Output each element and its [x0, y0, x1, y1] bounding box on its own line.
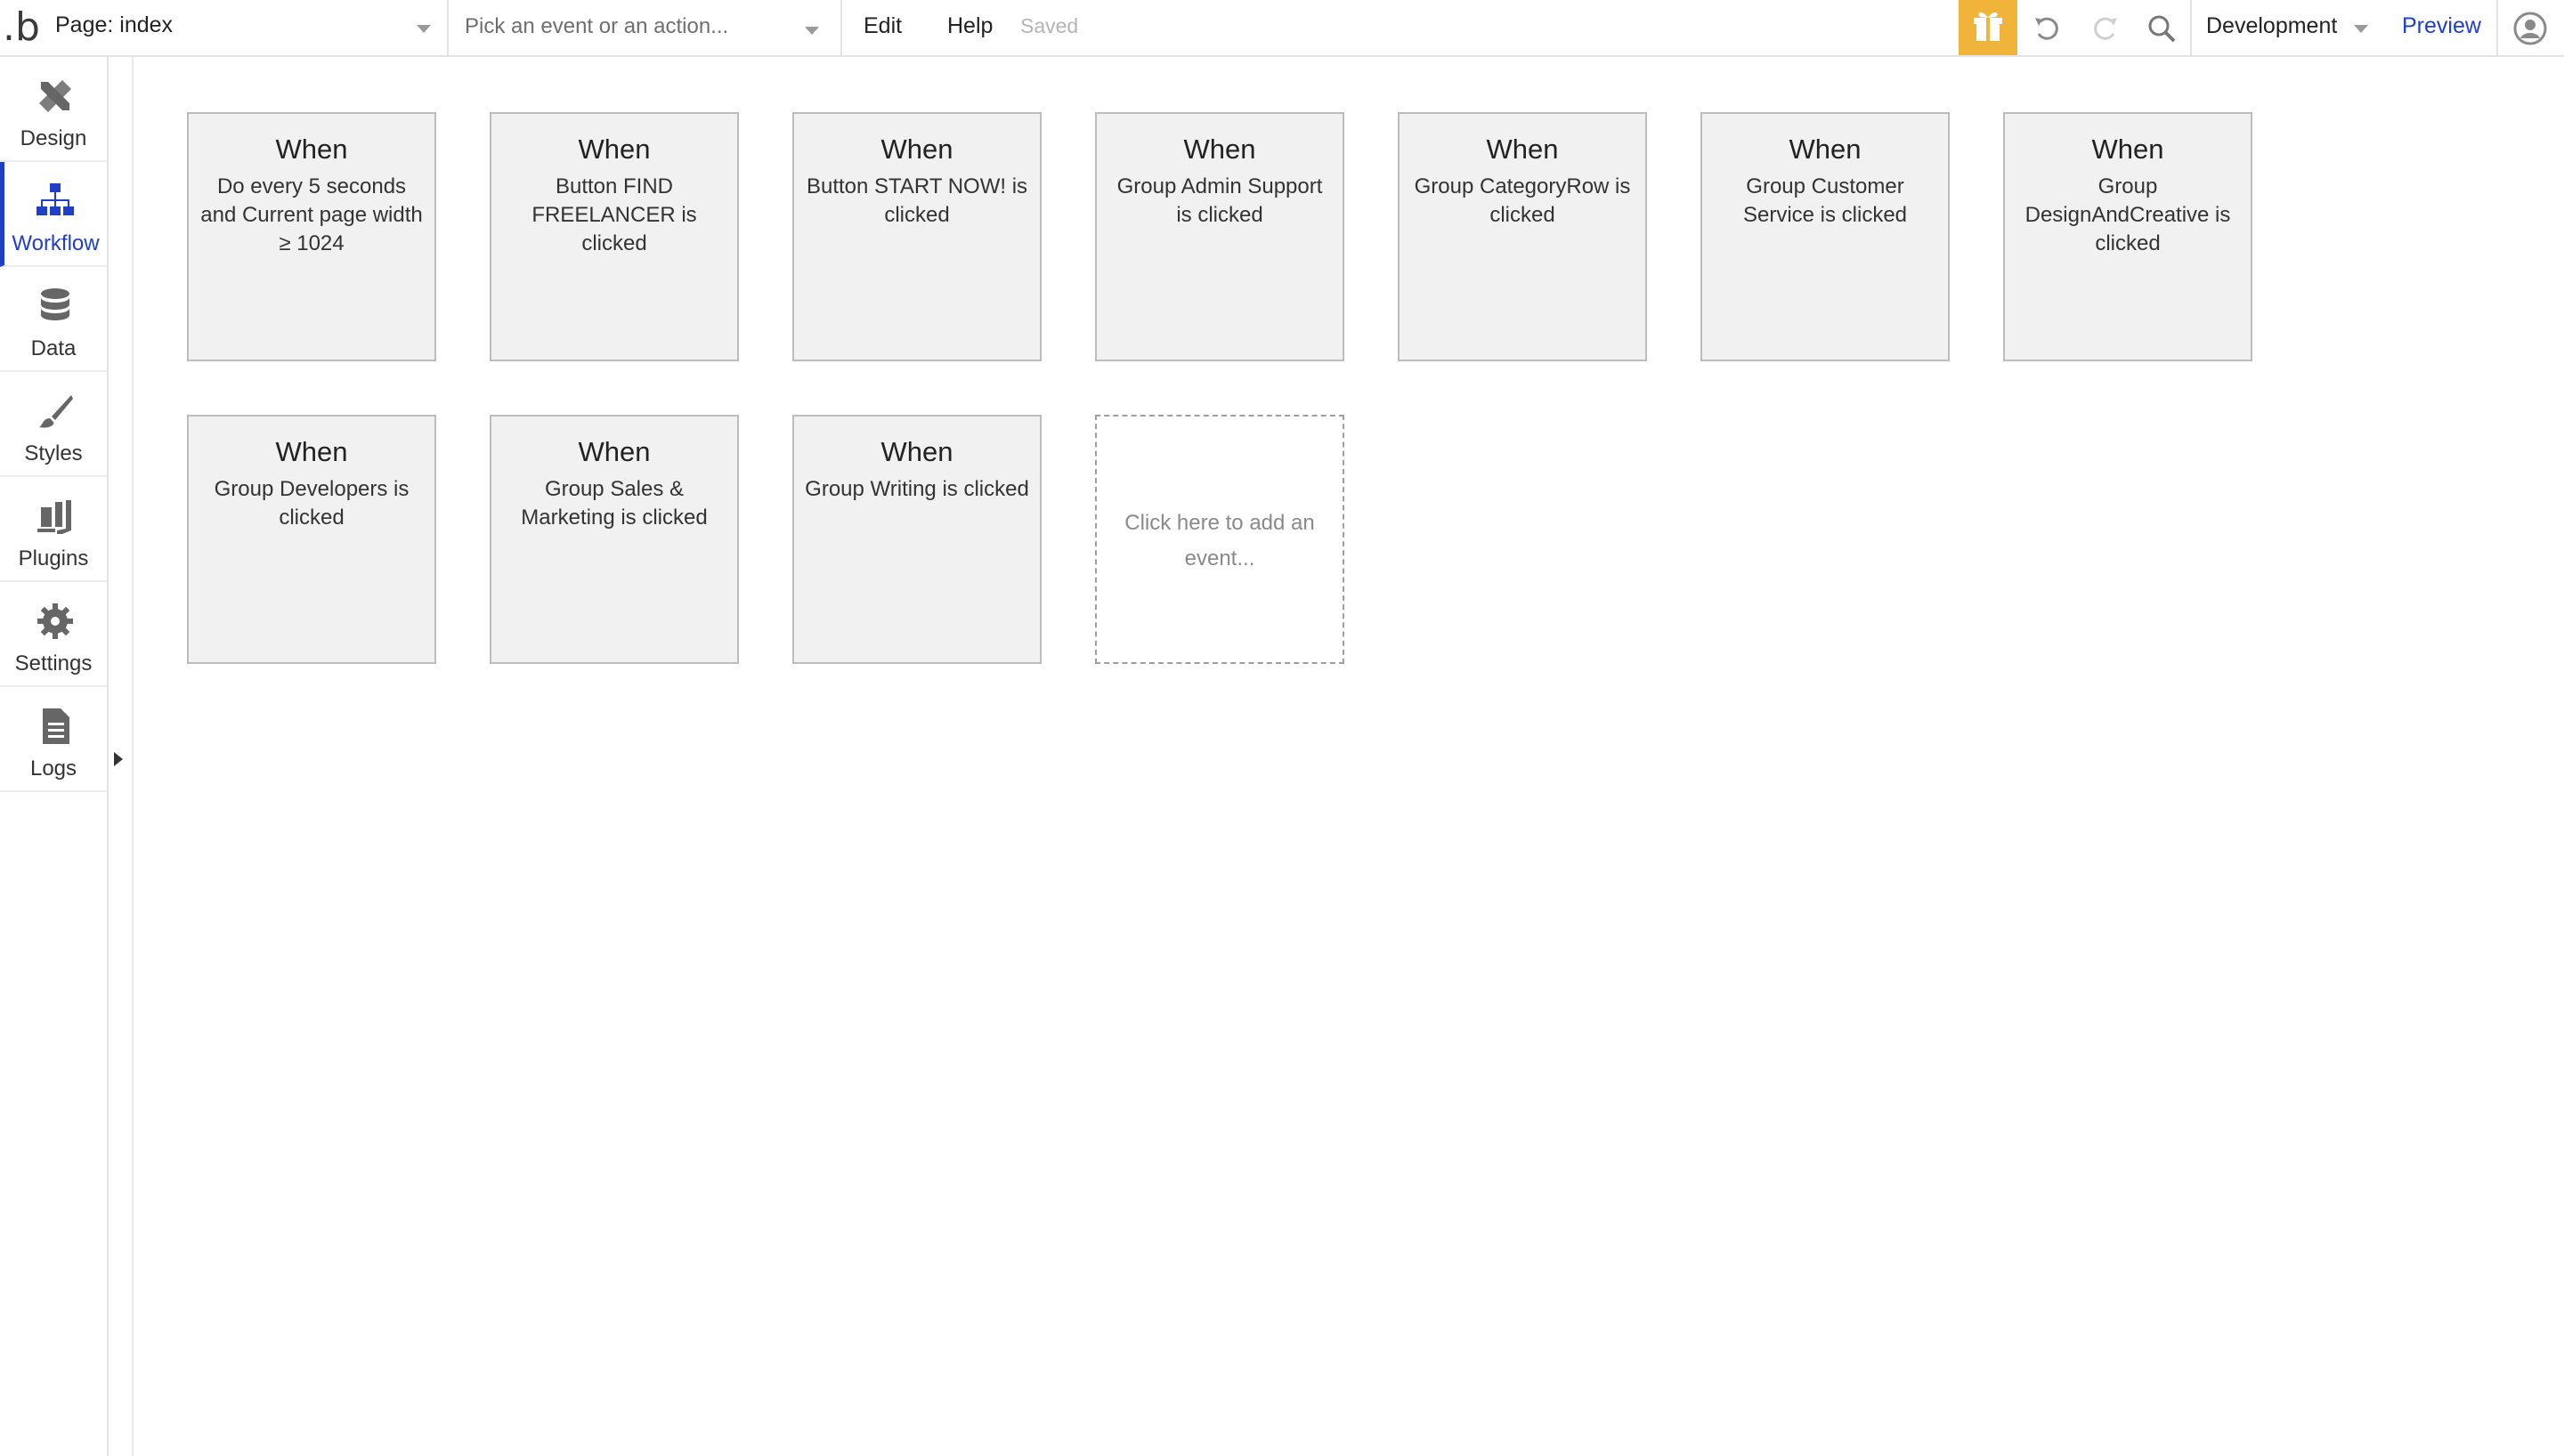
- sidebar-item-label: Logs: [29, 756, 77, 781]
- event-card[interactable]: When Group DesignAndCreative is clicked: [2003, 112, 2252, 361]
- left-sidebar: Design Workflow Data Styles Plugins Sett…: [0, 57, 109, 1456]
- event-card[interactable]: When Button START NOW! is clicked: [792, 112, 1042, 361]
- sidebar-item-label: Settings: [14, 651, 93, 675]
- add-event-card[interactable]: Click here to add an event...: [1095, 415, 1344, 664]
- search-icon[interactable]: [2144, 11, 2179, 46]
- event-description: Group Admin Support is clicked: [1116, 174, 1323, 227]
- event-card[interactable]: When Do every 5 seconds and Current page…: [187, 112, 436, 361]
- menu-help[interactable]: Help: [947, 13, 993, 39]
- sidebar-item-logs[interactable]: Logs: [0, 687, 107, 792]
- brush-icon: [39, 395, 73, 428]
- add-event-label: Click here to add an event...: [1124, 511, 1315, 570]
- event-description: Button START NOW! is clicked: [806, 174, 1028, 227]
- gift-icon: [1974, 12, 2002, 41]
- event-action-picker[interactable]: Pick an event or an action...: [449, 0, 842, 55]
- event-description: Group CategoryRow is clicked: [1414, 174, 1631, 227]
- event-heading: When: [578, 436, 651, 467]
- event-heading: When: [275, 436, 348, 467]
- redo-icon[interactable]: [2087, 11, 2122, 46]
- design-tools-icon: [39, 80, 71, 112]
- document-icon: [43, 708, 69, 744]
- sidebar-item-label: Styles: [24, 441, 83, 465]
- preview-link[interactable]: Preview: [2402, 13, 2481, 39]
- event-card[interactable]: When Group Customer Service is clicked: [1700, 112, 1950, 361]
- event-description: Group DesignAndCreative is clicked: [2024, 174, 2231, 255]
- event-card[interactable]: When Group CategoryRow is clicked: [1398, 112, 1647, 361]
- sidebar-item-plugins[interactable]: Plugins: [0, 477, 107, 582]
- sidebar-item-styles[interactable]: Styles: [0, 372, 107, 477]
- sidebar-item-workflow[interactable]: Workflow: [0, 162, 107, 267]
- sidebar-item-settings[interactable]: Settings: [0, 582, 107, 687]
- plugins-icon: [37, 500, 71, 534]
- page-selector-label: Page: index: [55, 12, 174, 37]
- event-heading: When: [1183, 133, 1256, 165]
- event-description: Group Customer Service is clicked: [1742, 174, 1908, 227]
- event-card[interactable]: When Group Sales & Marketing is clicked: [490, 415, 739, 664]
- event-description: Button FIND FREELANCER is clicked: [531, 174, 697, 255]
- environment-label: Development: [2206, 13, 2338, 38]
- workflow-icon: [37, 183, 74, 215]
- menu-edit[interactable]: Edit: [864, 13, 902, 39]
- event-picker-placeholder: Pick an event or an action...: [465, 14, 729, 38]
- page-selector[interactable]: Page: index: [45, 0, 449, 55]
- event-card[interactable]: When Group Developers is clicked: [187, 415, 436, 664]
- event-description: Group Developers is clicked: [214, 477, 410, 530]
- undo-icon[interactable]: [2030, 11, 2065, 46]
- event-heading: When: [275, 133, 348, 165]
- event-card[interactable]: When Button FIND FREELANCER is clicked: [490, 112, 739, 361]
- sidebar-item-label: Design: [20, 126, 87, 150]
- gift-button[interactable]: [1959, 0, 2017, 55]
- account-icon[interactable]: [2512, 11, 2548, 46]
- event-card[interactable]: When Group Writing is clicked: [792, 415, 1042, 664]
- event-heading: When: [880, 133, 953, 165]
- chevron-down-icon: [805, 27, 819, 35]
- sidebar-item-data[interactable]: Data: [0, 267, 107, 372]
- event-card[interactable]: When Group Admin Support is clicked: [1095, 112, 1344, 361]
- save-status: Saved: [1020, 14, 1079, 37]
- sidebar-item-label: Workflow: [12, 231, 100, 255]
- chevron-down-icon: [2354, 25, 2368, 33]
- sidebar-item-label: Plugins: [18, 546, 89, 570]
- sidebar-item-design[interactable]: Design: [0, 57, 107, 162]
- expand-arrow-icon[interactable]: [114, 752, 123, 766]
- bubble-logo-icon[interactable]: .b: [2, 5, 41, 50]
- event-heading: When: [1789, 133, 1862, 165]
- event-heading: When: [578, 133, 651, 165]
- gear-icon: [37, 603, 73, 639]
- event-heading: When: [1486, 133, 1559, 165]
- sidebar-item-label: Data: [30, 336, 77, 360]
- database-icon: [41, 288, 69, 320]
- event-description: Do every 5 seconds and Current page widt…: [200, 174, 423, 255]
- event-description: Group Sales & Marketing is clicked: [521, 477, 708, 530]
- top-bar: .b Page: index Pick an event or an actio…: [0, 0, 2564, 57]
- event-description: Group Writing is clicked: [805, 477, 1029, 501]
- chevron-down-icon: [417, 25, 431, 33]
- event-heading: When: [880, 436, 953, 467]
- event-heading: When: [2091, 133, 2164, 165]
